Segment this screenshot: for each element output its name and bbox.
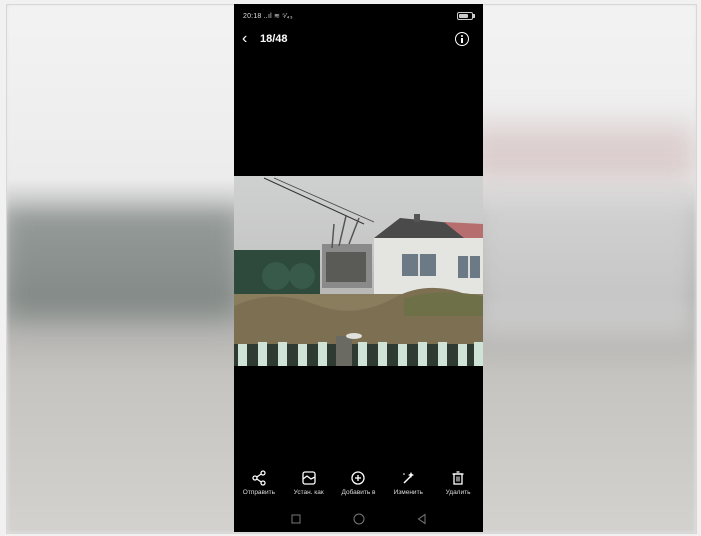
- viewer-header: ‹ 18/48: [234, 28, 483, 50]
- battery-icon: [457, 12, 475, 20]
- phone-screen: 20:18 ..ıl ≋ ⁵⁄₄₃ ‹ 18/48 Отправить Уста…: [234, 4, 483, 532]
- delete-label: Удалить: [445, 489, 471, 496]
- square-recents-icon[interactable]: [290, 513, 302, 525]
- blurred-roof-shape: [466, 125, 696, 185]
- status-bar: 20:18 ..ıl ≋ ⁵⁄₄₃: [243, 13, 293, 20]
- set-as-label: Устан. как: [293, 489, 324, 496]
- house-photo-illustration: [234, 177, 483, 366]
- blurred-fence-shape: [7, 210, 237, 320]
- blurred-house-shape: [476, 185, 696, 335]
- edit-button[interactable]: Изменить: [384, 470, 432, 496]
- triangle-back-icon[interactable]: [416, 513, 428, 525]
- circle-home-icon[interactable]: [353, 513, 365, 525]
- share-label: Отправить: [242, 489, 275, 496]
- set-as-icon: [302, 471, 316, 485]
- share-icon: [252, 470, 266, 486]
- system-navigation-bar: [234, 509, 483, 529]
- trash-icon: [452, 471, 464, 485]
- photo-viewer-image[interactable]: [234, 176, 483, 366]
- edit-magic-wand-icon: [403, 472, 415, 484]
- share-button[interactable]: Отправить: [235, 470, 283, 496]
- add-circle-icon: [351, 471, 366, 485]
- set-as-button[interactable]: Устан. как: [285, 470, 333, 496]
- viewer-toolbar: Отправить Устан. как Добавить в Изменить…: [234, 470, 483, 504]
- edit-label: Изменить: [393, 489, 423, 496]
- delete-button[interactable]: Удалить: [434, 470, 482, 496]
- back-chevron-icon[interactable]: ‹: [242, 31, 256, 47]
- info-icon[interactable]: [455, 32, 469, 46]
- add-to-label: Добавить в: [341, 489, 376, 496]
- add-to-button[interactable]: Добавить в: [334, 470, 382, 496]
- photo-counter: 18/48: [260, 33, 288, 45]
